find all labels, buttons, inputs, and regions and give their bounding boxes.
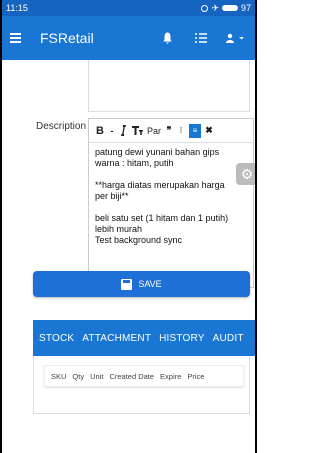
column-header[interactable]: SKU <box>51 372 66 381</box>
editor-content[interactable]: patung dewi yunani bahan gips warna : hi… <box>89 143 253 250</box>
checklist-icon[interactable] <box>189 26 213 50</box>
account-icon[interactable] <box>223 26 247 50</box>
settings-icon[interactable]: ⚙ <box>236 163 255 185</box>
save-icon <box>121 278 133 290</box>
editor-line: warna : hitam, putih <box>95 158 174 168</box>
editor-line: per biji** <box>95 191 129 201</box>
editor-line: lebih murah <box>95 224 143 234</box>
quote-button[interactable]: ❞ <box>165 123 173 139</box>
editor-line: **harga diatas merupakan harga <box>95 180 225 190</box>
airplane-icon: ✈ <box>211 2 219 13</box>
more-icon[interactable]: ⁝ <box>177 123 185 139</box>
battery-level: 97 <box>240 3 251 13</box>
table-header: SKU Qty Unit Created Date Expire Price <box>44 365 244 387</box>
column-header[interactable]: Expire <box>160 372 181 381</box>
tab-audit[interactable]: AUDIT <box>213 333 244 344</box>
description-label: Description <box>36 121 87 132</box>
bold-button[interactable]: B <box>96 123 104 139</box>
bell-icon[interactable] <box>155 26 179 50</box>
menu-icon[interactable] <box>10 33 32 43</box>
column-header[interactable]: Created Date <box>109 372 154 381</box>
column-header[interactable]: Qty <box>72 372 84 381</box>
tab-history[interactable]: HISTORY <box>159 333 205 344</box>
status-bar: 11:15 ✈ 97 <box>2 0 255 16</box>
battery-icon <box>221 5 238 11</box>
strike-button[interactable]: - <box>108 123 116 139</box>
column-header[interactable]: Price <box>187 372 204 381</box>
save-label: SAVE <box>138 279 162 289</box>
save-button[interactable]: SAVE <box>33 271 250 297</box>
app-title: FSRetail <box>40 30 94 46</box>
list-icon[interactable]: ≡ <box>189 123 202 138</box>
status-icons: ✈ 97 <box>201 3 251 14</box>
tab-attachment[interactable]: ATTACHMENT <box>82 333 151 344</box>
app-bar: FSRetail <box>2 16 255 60</box>
column-header[interactable]: Unit <box>90 372 103 381</box>
editor-toolbar: B - Par ❞ ⁝ ≡ ✖ <box>89 119 253 143</box>
alarm-icon <box>201 4 209 12</box>
italic-icon[interactable] <box>120 123 128 139</box>
app-frame: 11:15 ✈ 97 FSRetail Description B - Par … <box>0 0 257 453</box>
tab-stock[interactable]: STOCK <box>39 333 74 344</box>
close-icon[interactable]: ✖ <box>205 123 213 139</box>
heading-icon[interactable] <box>132 123 143 139</box>
editor-line: Test background sync <box>95 235 183 245</box>
editor-line: patung dewi yunani bahan gips <box>95 147 220 157</box>
paragraph-format[interactable]: Par <box>147 123 161 139</box>
stock-table: SKU Qty Unit Created Date Expire Price <box>33 356 250 414</box>
tab-bar: STOCK ATTACHMENT HISTORY AUDIT <box>33 320 255 356</box>
status-time: 11:15 <box>6 3 28 13</box>
editor-line: beli satu set (1 hitam dan 1 putih) <box>95 213 229 223</box>
notes-field[interactable] <box>88 60 250 112</box>
description-editor[interactable]: B - Par ❞ ⁝ ≡ ✖ patung dewi yunani bahan… <box>88 118 254 288</box>
